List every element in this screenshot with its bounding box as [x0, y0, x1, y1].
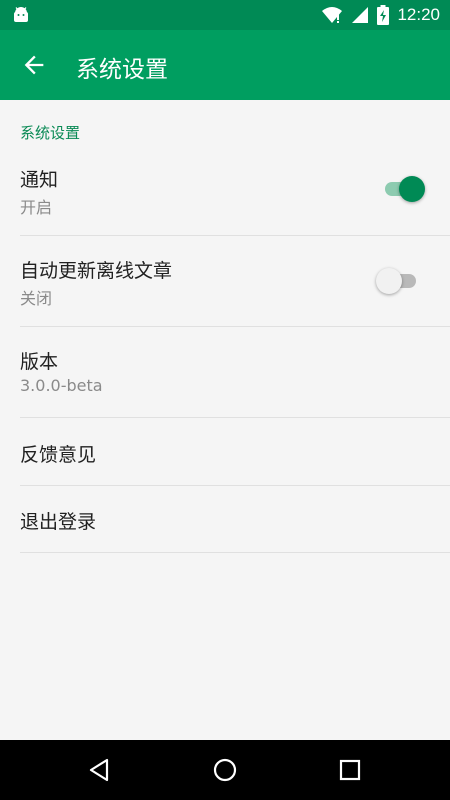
setting-feedback[interactable]: 反馈意见 [0, 418, 450, 485]
app-bar: 系统设置 [0, 30, 450, 100]
back-triangle-icon[interactable] [85, 755, 115, 785]
divider [20, 552, 450, 553]
status-bar: 12:20 [0, 0, 450, 30]
battery-charging-icon [377, 5, 390, 25]
setting-auto-update-summary: 关闭 [20, 289, 53, 308]
recents-square-icon[interactable] [335, 755, 365, 785]
setting-logout[interactable]: 退出登录 [0, 486, 450, 552]
setting-auto-update-label: 自动更新离线文章 [20, 260, 173, 282]
status-time: 12:20 [397, 5, 440, 24]
setting-version[interactable]: 版本 3.0.0-beta [0, 339, 450, 417]
arrow-back-icon[interactable] [20, 51, 48, 79]
android-icon [14, 7, 28, 22]
divider [20, 235, 450, 236]
setting-feedback-label: 反馈意见 [20, 444, 97, 466]
wifi-icon [322, 7, 343, 23]
setting-notification[interactable]: 通知 开启 [0, 157, 450, 235]
divider [20, 326, 450, 327]
settings-list: 系统设置 通知 开启 自动更新离线文章 关闭 版本 3.0.0-beta 反馈意… [0, 100, 450, 740]
setting-notification-summary: 开启 [20, 198, 53, 217]
setting-logout-label: 退出登录 [20, 511, 97, 533]
notification-toggle[interactable] [383, 176, 427, 202]
navigation-bar [0, 740, 450, 800]
setting-version-label: 版本 [20, 351, 59, 373]
setting-notification-label: 通知 [20, 169, 59, 191]
section-header: 系统设置 [20, 124, 81, 142]
home-circle-icon[interactable] [210, 755, 240, 785]
setting-version-summary: 3.0.0-beta [20, 376, 103, 395]
page-title: 系统设置 [76, 57, 168, 83]
setting-auto-update[interactable]: 自动更新离线文章 关闭 [0, 248, 450, 326]
auto-update-toggle[interactable] [376, 268, 420, 294]
toggle-thumb [376, 268, 402, 294]
signal-icon [352, 7, 369, 23]
toggle-thumb [399, 176, 425, 202]
